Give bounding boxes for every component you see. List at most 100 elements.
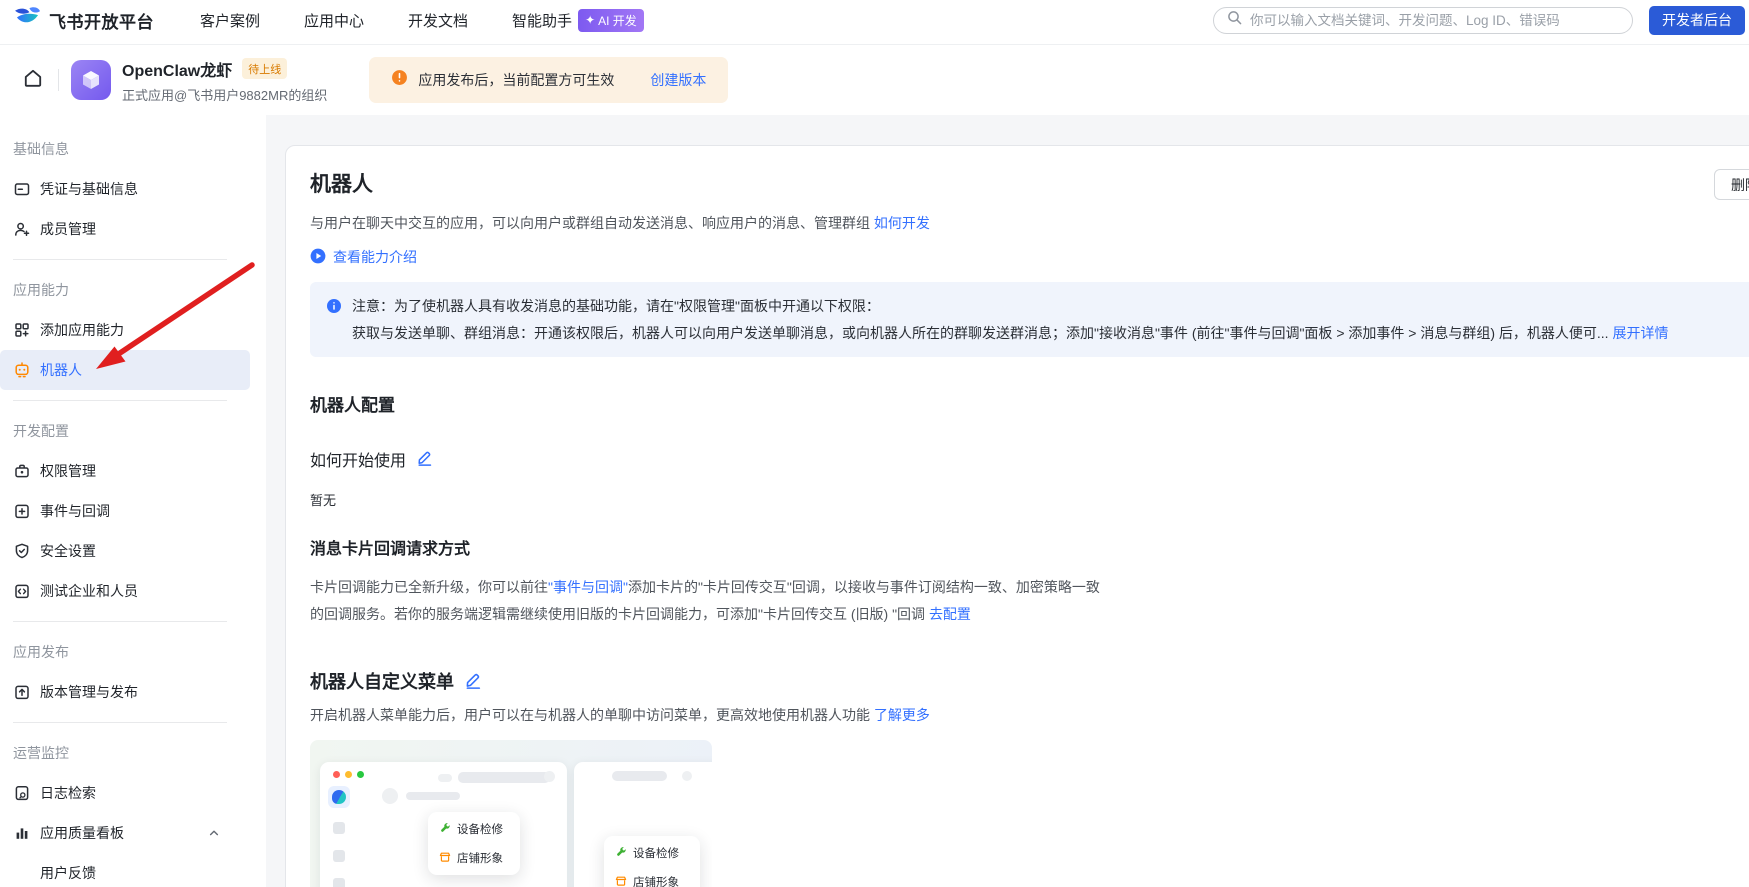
bar-chart-icon bbox=[13, 824, 31, 842]
custom-menu-heading: 机器人自定义菜单 bbox=[310, 672, 454, 692]
sidebar-item-events[interactable]: 事件与回调 bbox=[0, 491, 250, 531]
member-add-icon bbox=[13, 220, 31, 238]
permission-icon bbox=[13, 462, 31, 480]
brand[interactable]: 飞书开放平台 bbox=[14, 6, 154, 34]
global-search[interactable] bbox=[1213, 6, 1633, 34]
expand-details-link[interactable]: 展开详情 bbox=[1612, 321, 1668, 345]
sidebar-divider bbox=[0, 249, 266, 270]
bot-menu-popup: 设备检修 店铺形象 bbox=[604, 836, 700, 887]
nav-links: 客户案例 应用中心 开发文档 智能助手 ✦ AI 开发 bbox=[200, 8, 644, 32]
sidebar-item-user-feedback[interactable]: 用户反馈 bbox=[0, 853, 250, 887]
mini-app-logo bbox=[328, 786, 350, 808]
sidebar-group-monitoring: 运营监控 bbox=[13, 745, 69, 761]
sidebar-group-capabilities: 应用能力 bbox=[13, 282, 69, 298]
storefront-icon bbox=[439, 851, 451, 866]
capability-intro-row[interactable]: 查看能力介绍 bbox=[310, 247, 1749, 267]
developer-console-button[interactable]: 开发者后台 bbox=[1649, 5, 1745, 35]
permission-notice: 注意：为了使机器人具有收发消息的基础功能，请在"权限管理"面板中开通以下权限： … bbox=[310, 282, 1749, 357]
shield-check-icon bbox=[13, 542, 31, 560]
brand-name: 飞书开放平台 bbox=[49, 12, 154, 32]
create-version-link[interactable]: 创建版本 bbox=[650, 70, 706, 90]
learn-more-link[interactable]: 了解更多 bbox=[874, 707, 930, 723]
sidebar-item-bot[interactable]: 机器人 bbox=[0, 350, 250, 390]
preview-window-mobile: 设备检修 店铺形象 bbox=[574, 762, 712, 887]
preview-window-desktop: 设备检修 店铺形象 bbox=[320, 762, 567, 887]
nav-item-app-center[interactable]: 应用中心 bbox=[304, 10, 364, 31]
upload-icon bbox=[13, 683, 31, 701]
event-callback-link[interactable]: "事件与回调" bbox=[548, 579, 628, 595]
publish-notice-text: 应用发布后，当前配置方可生效 bbox=[418, 72, 615, 88]
cube-icon bbox=[83, 71, 99, 89]
menu-item-device-repair: 设备检修 bbox=[439, 821, 509, 837]
sidebar-item-security[interactable]: 安全设置 bbox=[0, 531, 250, 571]
nav-item-docs[interactable]: 开发文档 bbox=[408, 10, 468, 31]
empty-value: 暂无 bbox=[310, 493, 337, 508]
org-line: 正式应用@飞书用户9882MR的组织 bbox=[122, 87, 328, 103]
how-to-start-row: 如何开始使用 bbox=[310, 449, 1749, 474]
card-callback-heading: 消息卡片回调请求方式 bbox=[310, 541, 471, 558]
sparkle-icon: ✦ bbox=[585, 13, 596, 27]
ai-dev-badge[interactable]: ✦ AI 开发 bbox=[578, 8, 644, 32]
app-header: OpenClaw龙虾 待上线 正式应用@飞书用户9882MR的组织 应用发布后，… bbox=[0, 44, 1749, 115]
wrench-icon bbox=[615, 846, 627, 861]
top-nav: 飞书开放平台 客户案例 应用中心 开发文档 智能助手 ✦ AI 开发 你可以输入… bbox=[0, 0, 1749, 40]
capability-intro-link[interactable]: 查看能力介绍 bbox=[333, 247, 417, 267]
divider bbox=[58, 69, 59, 91]
notice-line-2: 获取与发送单聊、群组消息：开通该权限后，机器人可以向用户发送单聊消息，或向机器人… bbox=[326, 321, 1749, 345]
page: 飞书开放平台 客户案例 应用中心 开发文档 智能助手 ✦ AI 开发 你可以输入… bbox=[0, 0, 1749, 887]
sidebar-item-add-capability[interactable]: 添加应用能力 bbox=[0, 310, 250, 350]
bot-description: 与用户在聊天中交互的应用，可以向用户或群组自动发送消息、响应用户的消息、管理群组… bbox=[310, 215, 930, 231]
delete-bot-button[interactable]: 删除 bbox=[1714, 169, 1749, 200]
home-icon bbox=[22, 67, 44, 94]
storefront-icon bbox=[615, 875, 627, 887]
sidebar-item-permissions[interactable]: 权限管理 bbox=[0, 451, 250, 491]
menu-preview-panel: 设备检修 店铺形象 设备检修 店铺形象 bbox=[310, 740, 712, 887]
sidebar-item-credentials[interactable]: 凭证与基础信息 bbox=[0, 169, 250, 209]
sidebar-item-version-release[interactable]: 版本管理与发布 bbox=[0, 672, 250, 712]
sidebar: 基础信息 凭证与基础信息 成员管理 应用能力 添加应用能力 机器人 开发配置 权… bbox=[0, 115, 266, 887]
code-icon bbox=[13, 582, 31, 600]
status-badge: 待上线 bbox=[242, 58, 288, 79]
notice-line-1: 注意：为了使机器人具有收发消息的基础功能，请在"权限管理"面板中开通以下权限： bbox=[326, 294, 1749, 318]
sidebar-group-release: 应用发布 bbox=[13, 644, 69, 660]
edit-pencil-icon[interactable] bbox=[416, 449, 433, 474]
log-search-icon bbox=[13, 784, 31, 802]
sidebar-item-quality-board[interactable]: 应用质量看板 bbox=[0, 813, 250, 853]
search-input[interactable] bbox=[1250, 12, 1619, 28]
wrench-icon bbox=[439, 822, 451, 837]
play-circle-icon bbox=[310, 248, 326, 267]
chevron-up-icon[interactable] bbox=[208, 827, 220, 839]
sidebar-item-members[interactable]: 成员管理 bbox=[0, 209, 250, 249]
sidebar-divider bbox=[0, 611, 266, 632]
menu-item-store-image: 店铺形象 bbox=[615, 874, 689, 887]
sidebar-item-log-search[interactable]: 日志检索 bbox=[0, 773, 250, 813]
go-configure-link[interactable]: 去配置 bbox=[929, 606, 971, 622]
robot-icon bbox=[13, 361, 31, 379]
app-icon bbox=[71, 60, 111, 100]
info-icon bbox=[326, 298, 342, 314]
sidebar-item-test-org[interactable]: 测试企业和人员 bbox=[0, 571, 250, 611]
sidebar-group-dev-config: 开发配置 bbox=[13, 423, 69, 439]
sidebar-divider bbox=[0, 712, 266, 733]
edit-pencil-icon[interactable] bbox=[464, 671, 482, 694]
main-panel: 删除 机器人 与用户在聊天中交互的应用，可以向用户或群组自动发送消息、响应用户的… bbox=[285, 145, 1749, 887]
bot-config-heading: 机器人配置 bbox=[310, 396, 395, 415]
sidebar-divider bbox=[0, 390, 266, 411]
menu-item-device-repair: 设备检修 bbox=[615, 845, 689, 861]
content-region: 基础信息 凭证与基础信息 成员管理 应用能力 添加应用能力 机器人 开发配置 权… bbox=[0, 115, 1749, 887]
window-traffic-lights bbox=[333, 771, 364, 778]
nav-item-cases[interactable]: 客户案例 bbox=[200, 10, 260, 31]
search-icon bbox=[1227, 10, 1242, 30]
how-to-develop-link[interactable]: 如何开发 bbox=[874, 215, 930, 231]
card-callback-paragraph: 卡片回调能力已全新升级，你可以前往"事件与回调"添加卡片的"卡片回传交互"回调，… bbox=[310, 579, 1100, 622]
home-button[interactable] bbox=[18, 65, 48, 95]
credential-icon bbox=[13, 180, 31, 198]
publish-notice: 应用发布后，当前配置方可生效 创建版本 bbox=[369, 57, 729, 103]
sidebar-group-basic-info: 基础信息 bbox=[13, 141, 69, 157]
menu-item-store-image: 店铺形象 bbox=[439, 850, 509, 866]
add-capability-icon bbox=[13, 321, 31, 339]
nav-item-ai-assistant[interactable]: 智能助手 bbox=[512, 10, 572, 31]
how-to-start-label: 如何开始使用 bbox=[310, 452, 407, 470]
page-title: 机器人 bbox=[310, 173, 373, 196]
bot-menu-popup: 设备检修 店铺形象 bbox=[428, 812, 520, 875]
